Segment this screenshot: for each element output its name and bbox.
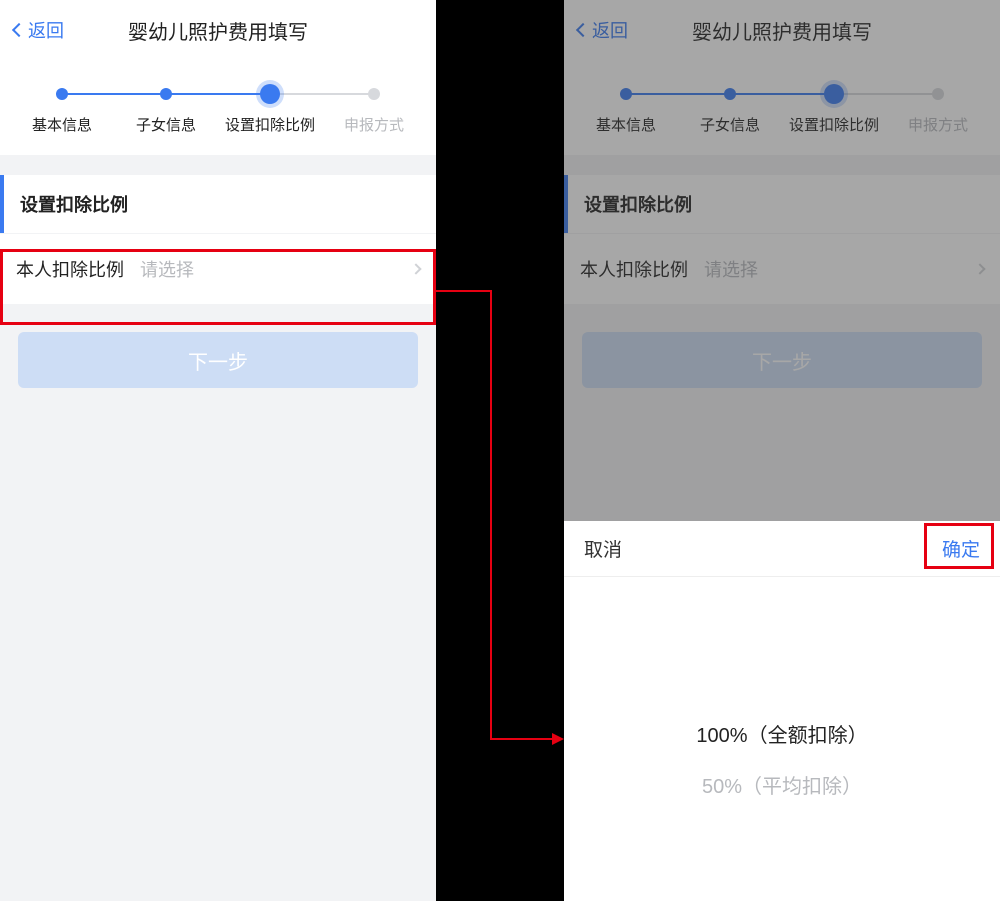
spacer [0,155,436,175]
deduction-ratio-row[interactable]: 本人扣除比例 请选择 [0,234,436,304]
annotation-arrow [490,738,554,740]
step-dot-icon [56,88,68,100]
step-basic-info: 基本信息 [10,88,114,135]
page-title: 婴幼儿照护费用填写 [0,16,436,45]
phone-screen-after: 返回 婴幼儿照护费用填写 基本信息 子女信息 设置扣除比例 申报方式 设置扣除比… [564,0,1000,901]
step-deduction-ratio: 设置扣除比例 [218,88,322,135]
step-label: 子女信息 [114,114,218,135]
annotation-arrow-head-icon [552,733,564,745]
picker-toolbar: 取消 确定 [564,521,1000,577]
chevron-right-icon [410,263,421,274]
picker-sheet: 取消 确定 100%（全额扣除） 50%（平均扣除） [564,521,1000,901]
picker-option[interactable]: 50%（平均扣除） [702,770,862,799]
picker-wheel[interactable]: 100%（全额扣除） 50%（平均扣除） [564,577,1000,901]
next-button-label: 下一步 [188,346,248,375]
step-child-info: 子女信息 [114,88,218,135]
step-label: 基本信息 [10,114,114,135]
step-dot-icon [368,88,380,100]
next-button[interactable]: 下一步 [18,332,418,388]
nav-bar: 返回 婴幼儿照护费用填写 [0,0,436,60]
back-label: 返回 [28,17,64,43]
picker-cancel-button[interactable]: 取消 [584,535,622,562]
row-label: 本人扣除比例 [16,256,124,282]
step-dot-icon [260,84,280,104]
progress-stepper: 基本信息 子女信息 设置扣除比例 申报方式 [0,60,436,155]
section-title: 设置扣除比例 [0,175,436,233]
back-button[interactable]: 返回 [14,17,64,43]
picker-confirm-button[interactable]: 确定 [942,535,980,562]
step-dot-icon [160,88,172,100]
row-placeholder: 请选择 [140,256,412,282]
modal-dim-overlay[interactable] [564,0,1000,521]
step-label: 申报方式 [322,114,426,135]
step-declare-method: 申报方式 [322,88,426,135]
step-label: 设置扣除比例 [218,114,322,135]
phone-screen-before: 返回 婴幼儿照护费用填写 基本信息 子女信息 设置扣除比例 申报方式 设置扣除比… [0,0,436,901]
chevron-left-icon [12,23,26,37]
annotation-arrow [490,290,492,740]
annotation-arrow [436,290,490,292]
picker-option-selected[interactable]: 100%（全额扣除） [696,719,867,748]
